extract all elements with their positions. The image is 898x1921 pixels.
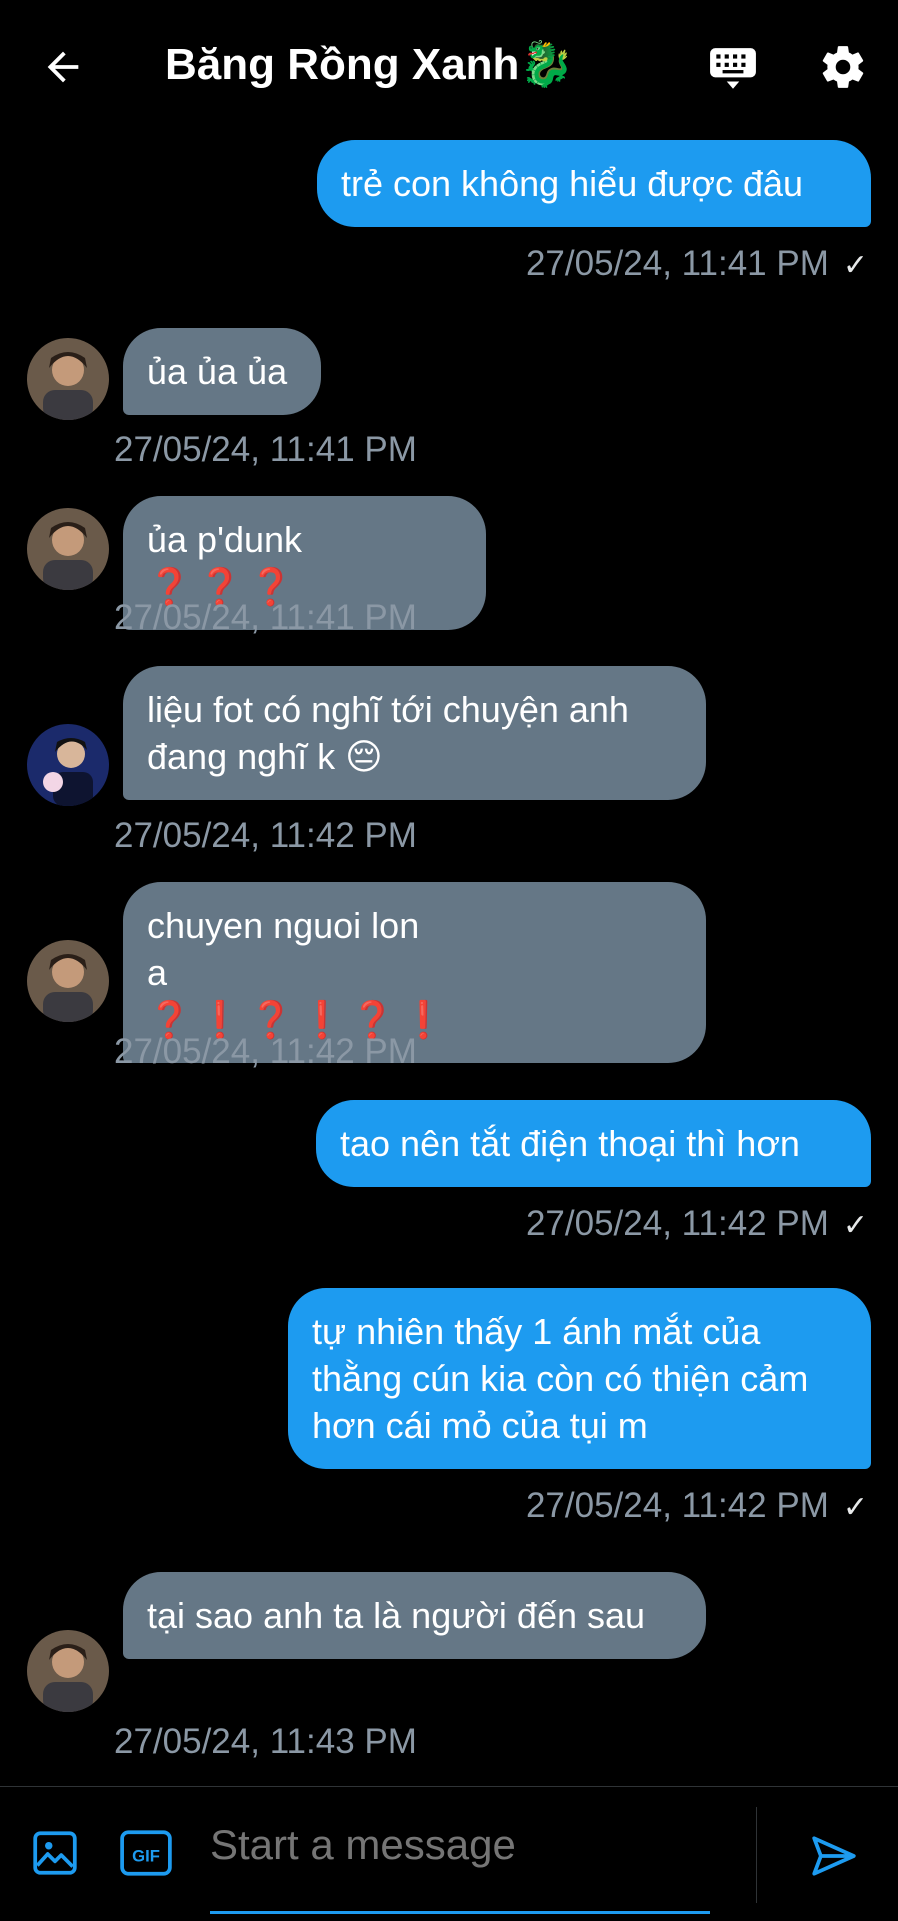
send-icon[interactable] <box>808 1831 860 1881</box>
gif-icon[interactable]: GIF <box>119 1828 173 1878</box>
gear-icon[interactable] <box>818 42 868 92</box>
sent-check-icon: ✓ <box>842 249 868 282</box>
message-bubble-incoming[interactable]: tại sao anh ta là người đến sau <box>123 1572 706 1659</box>
input-underline <box>210 1911 710 1914</box>
sent-check-icon: ✓ <box>842 1209 868 1242</box>
avatar[interactable] <box>27 724 109 806</box>
sent-check-icon: ✓ <box>842 1491 868 1524</box>
message-timestamp: 27/05/24, 11:41 PM ✓ <box>526 244 868 284</box>
message-input[interactable] <box>210 1815 710 1875</box>
message-timestamp: 27/05/24, 11:42 PM ✓ <box>526 1486 868 1526</box>
avatar[interactable] <box>27 508 109 590</box>
timestamp-text: 27/05/24, 11:42 PM <box>525 1204 829 1243</box>
message-timestamp: 27/05/24, 11:42 PM <box>114 1032 417 1071</box>
message-timestamp: 27/05/24, 11:42 PM <box>114 816 417 855</box>
back-arrow-icon[interactable] <box>40 44 86 90</box>
message-text: chuyen nguoi lon a <box>147 905 420 993</box>
message-text: ủa p'dunk <box>147 519 303 560</box>
message-text: trẻ con không hiểu được đâu <box>341 163 804 204</box>
keyboard-icon[interactable] <box>708 44 758 94</box>
avatar[interactable] <box>27 1630 109 1712</box>
message-bubble-outgoing[interactable]: tự nhiên thấy 1 ánh mắt của thằng cún ki… <box>288 1288 871 1469</box>
svg-text:GIF: GIF <box>132 1846 160 1865</box>
message-text: ủa ủa ủa <box>147 351 288 392</box>
message-bubble-outgoing[interactable]: tao nên tắt điện thoại thì hơn <box>316 1100 871 1187</box>
message-timestamp: 27/05/24, 11:42 PM ✓ <box>526 1204 868 1244</box>
avatar[interactable] <box>27 338 109 420</box>
message-timestamp: 27/05/24, 11:41 PM <box>114 598 417 637</box>
message-timestamp: 27/05/24, 11:43 PM <box>114 1722 417 1761</box>
timestamp-text: 27/05/24, 11:42 PM <box>525 1486 829 1525</box>
image-icon[interactable] <box>30 1828 80 1878</box>
conversation-title[interactable]: Băng Rồng Xanh🐉 <box>165 38 574 90</box>
message-text: tao nên tắt điện thoại thì hơn <box>340 1123 800 1164</box>
message-timestamp: 27/05/24, 11:41 PM <box>114 430 417 469</box>
message-composer: GIF <box>0 1786 898 1921</box>
timestamp-text: 27/05/24, 11:41 PM <box>525 244 829 283</box>
message-text: tự nhiên thấy 1 ánh mắt của thằng cún ki… <box>312 1311 809 1446</box>
message-bubble-incoming[interactable]: ủa ủa ủa <box>123 328 321 415</box>
message-bubble-incoming[interactable]: liệu fot có nghĩ tới chuyện anh đang ngh… <box>123 666 706 800</box>
conversation-header: Băng Rồng Xanh🐉 <box>0 0 898 130</box>
avatar[interactable] <box>27 940 109 1022</box>
composer-divider <box>756 1807 757 1903</box>
message-text: tại sao anh ta là người đến sau <box>147 1595 646 1636</box>
message-text: liệu fot có nghĩ tới chuyện anh đang ngh… <box>147 689 629 777</box>
message-bubble-outgoing[interactable]: trẻ con không hiểu được đâu <box>317 140 871 227</box>
